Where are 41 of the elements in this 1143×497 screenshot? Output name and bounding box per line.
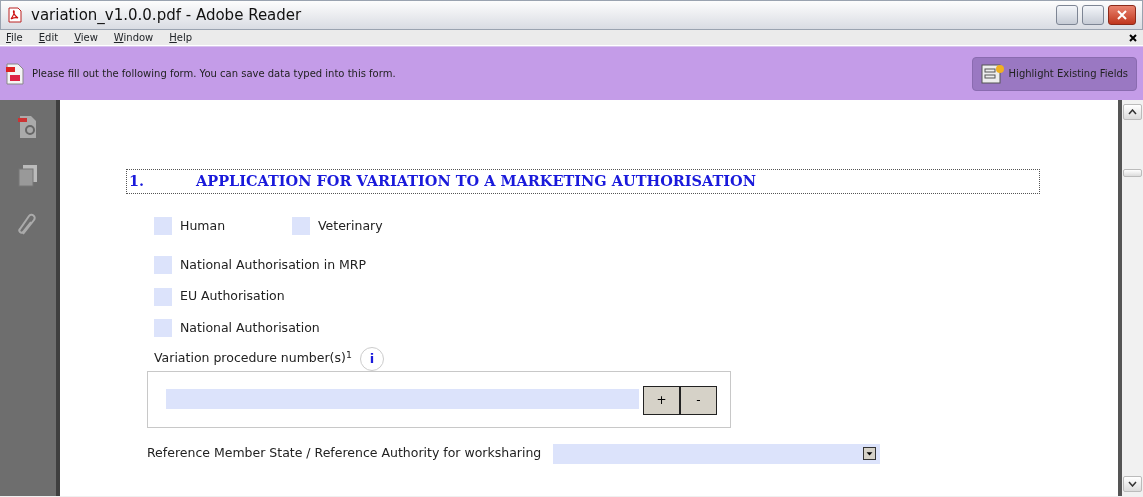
checkbox-label: EU Authorisation: [180, 287, 285, 306]
checkbox[interactable]: [154, 319, 172, 338]
menu-item[interactable]: Edit: [38, 30, 59, 45]
form-icon: [6, 62, 24, 85]
close-icon: [1116, 9, 1128, 21]
checkbox-label: Veterinary: [318, 216, 383, 235]
scroll-up-button[interactable]: [1123, 104, 1142, 120]
highlight-fields-button[interactable]: Highlight Existing Fields: [971, 56, 1137, 91]
section-heading: 1. APPLICATION FOR VARIATION TO A MARKETING AUTHORISATION: [126, 169, 1040, 194]
close-icon[interactable]: [1129, 33, 1137, 42]
checkbox[interactable]: [154, 287, 172, 306]
add-button[interactable]: +: [643, 385, 680, 415]
close-button[interactable]: [1108, 5, 1136, 25]
checkbox-label: National Authorisation: [180, 319, 320, 337]
field-label: Variation procedure number(s)$^{1}$: [154, 349, 352, 368]
checkbox[interactable]: [154, 217, 172, 236]
scroll-down-button[interactable]: [1123, 476, 1142, 492]
form-message: Please fill out the following form. You can save data typed into this form.: [32, 67, 396, 81]
page-search-icon[interactable]: [17, 114, 39, 140]
chevron-up-icon: [1128, 109, 1137, 115]
checkbox-label: National Authorisation in MRP: [180, 255, 367, 274]
window-title: variation_v1.0.0.pdf - Adobe Reader: [31, 4, 302, 26]
chevron-down-icon: [1128, 481, 1137, 487]
menu-item[interactable]: File: [6, 30, 23, 45]
menu-item[interactable]: Help: [169, 30, 193, 45]
minimize-button[interactable]: [1056, 5, 1078, 25]
menu-item[interactable]: Window: [113, 30, 154, 45]
info-button[interactable]: i: [359, 346, 384, 371]
pages-icon[interactable]: [17, 164, 39, 188]
pdf-icon: [7, 7, 23, 23]
menu-item[interactable]: View: [74, 30, 98, 45]
checkbox-label: Human: [180, 216, 226, 235]
field-label: Reference Member State / Reference Authority for worksharing: [147, 444, 542, 463]
form-fields-icon: [980, 63, 1005, 84]
checkbox[interactable]: [292, 217, 310, 236]
scroll-thumb[interactable]: [1123, 169, 1142, 177]
input-field[interactable]: [166, 389, 639, 410]
checkbox[interactable]: [154, 255, 172, 274]
maximize-button[interactable]: [1082, 5, 1104, 25]
remove-button[interactable]: -: [680, 385, 717, 415]
dropdown-field[interactable]: [553, 443, 881, 464]
